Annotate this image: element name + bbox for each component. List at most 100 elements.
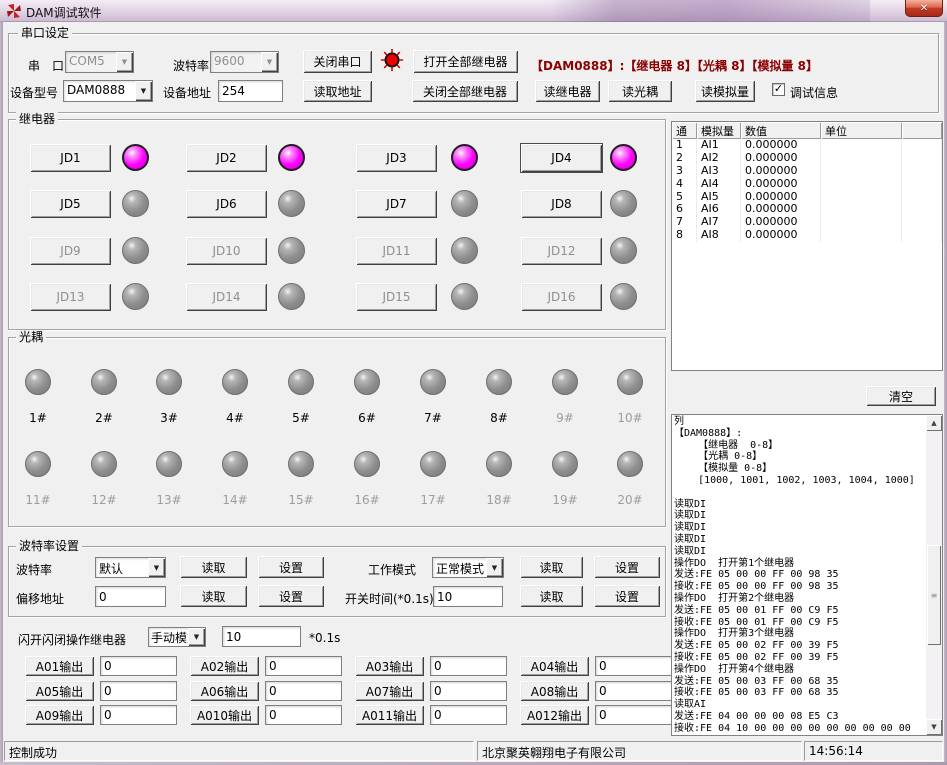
device-address-field[interactable] [218, 80, 283, 102]
opto-label-12: 12# [84, 493, 124, 507]
debug-log-area[interactable]: 列 【DAM0888】: 【继电器 0-8】 【光耦 0-8】 【模拟量 0-8… [671, 414, 943, 736]
serial-port-select[interactable]: COM5 [65, 51, 134, 73]
relay-button-jd6[interactable]: JD6 [186, 190, 267, 218]
output-button-a012[interactable]: A012输出 [520, 705, 589, 725]
table-row[interactable]: 4AI40.000000 [672, 178, 942, 191]
workmode-read-button[interactable]: 读取 [520, 556, 583, 578]
table-row[interactable]: 8AI80.000000 [672, 229, 942, 242]
output-field-a010[interactable] [265, 705, 342, 725]
output-field-a011[interactable] [430, 705, 507, 725]
output-field-a05[interactable] [100, 681, 177, 701]
close-serial-port-button[interactable]: 关闭串口 [303, 50, 372, 73]
baud-select[interactable]: 默认 [95, 557, 166, 578]
flash-time-field[interactable] [222, 626, 301, 647]
relay-button-jd16[interactable]: JD16 [521, 283, 602, 311]
baud-read-button[interactable]: 读取 [180, 556, 247, 578]
output-field-a07[interactable] [430, 681, 507, 701]
device-model-select[interactable]: DAM0888 [63, 80, 153, 102]
relay-button-jd14[interactable]: JD14 [186, 283, 267, 311]
relay-button-jd2[interactable]: JD2 [186, 144, 267, 172]
output-button-a03[interactable]: A03输出 [355, 656, 424, 676]
output-button-a09[interactable]: A09输出 [25, 705, 94, 725]
output-button-a07[interactable]: A07输出 [355, 681, 424, 701]
opto-led-16 [354, 451, 380, 477]
table-row[interactable]: 7AI70.000000 [672, 216, 942, 229]
output-button-a05[interactable]: A05输出 [25, 681, 94, 701]
output-button-a01[interactable]: A01输出 [25, 656, 94, 676]
output-field-a012[interactable] [595, 705, 672, 725]
offset-address-field[interactable] [95, 586, 166, 607]
read-opto-button[interactable]: 读光耦 [608, 80, 672, 102]
debug-info-checkbox[interactable] [772, 83, 785, 96]
app-window: DAM调试软件 ✕ 串口设定 串 口 COM5 波特率 9600 关闭串口 打开… [0, 0, 947, 765]
col-header-channel[interactable]: 通 [672, 122, 697, 139]
output-button-a08[interactable]: A08输出 [520, 681, 589, 701]
opto-led-15 [288, 451, 314, 477]
workmode-set-button[interactable]: 设置 [594, 556, 660, 578]
log-scrollbar[interactable] [926, 415, 942, 735]
switch-time-read-button[interactable]: 读取 [520, 585, 583, 607]
offset-set-button[interactable]: 设置 [258, 585, 324, 607]
read-address-button[interactable]: 读取地址 [303, 80, 372, 102]
col-header-analog[interactable]: 模拟量 [697, 122, 741, 139]
output-field-a03[interactable] [430, 656, 507, 676]
scroll-down-icon[interactable] [926, 719, 942, 735]
output-field-a09[interactable] [100, 705, 177, 725]
relay-button-jd11[interactable]: JD11 [356, 237, 437, 265]
clear-log-button[interactable]: 清空 [866, 386, 936, 406]
table-row[interactable]: 2AI20.000000 [672, 152, 942, 165]
flash-mode-select[interactable]: 手动模式 [148, 627, 206, 647]
output-button-a010[interactable]: A010输出 [190, 705, 259, 725]
col-header-value[interactable]: 数值 [741, 122, 821, 139]
relay-button-jd3[interactable]: JD3 [356, 144, 437, 172]
relay-button-jd5[interactable]: JD5 [30, 190, 111, 218]
relay-button-jd12[interactable]: JD12 [521, 237, 602, 265]
col-header-unit[interactable]: 单位 [821, 122, 902, 139]
table-row[interactable]: 6AI60.000000 [672, 203, 942, 216]
relay-button-jd9[interactable]: JD9 [30, 237, 111, 265]
close-all-relays-button[interactable]: 关闭全部继电器 [412, 80, 518, 102]
baud-label: 波特率 [16, 561, 52, 578]
relay-led-jd16 [610, 283, 637, 310]
dropdown-arrow-icon [486, 558, 503, 577]
switch-time-field[interactable] [433, 586, 503, 607]
opto-group-title: 光耦 [16, 330, 46, 344]
read-analog-button[interactable]: 读模拟量 [695, 80, 755, 102]
close-button[interactable]: ✕ [905, 0, 943, 17]
relay-button-jd13[interactable]: JD13 [30, 283, 111, 311]
read-relays-button[interactable]: 读继电器 [535, 80, 600, 102]
relay-button-jd1[interactable]: JD1 [30, 144, 111, 172]
relay-button-jd7[interactable]: JD7 [356, 190, 437, 218]
analog-table: 通 模拟量 数值 单位 1AI10.000000 2AI20.000000 3A… [671, 121, 943, 371]
output-field-a04[interactable] [595, 656, 672, 676]
opto-led-4 [222, 369, 248, 395]
workmode-select[interactable]: 正常模式 [432, 557, 504, 578]
output-button-a02[interactable]: A02输出 [190, 656, 259, 676]
relay-button-jd10[interactable]: JD10 [186, 237, 267, 265]
relay-button-jd15[interactable]: JD15 [356, 283, 437, 311]
flash-operate-label: 闪开闪闭操作继电器 [18, 631, 126, 648]
output-button-a011[interactable]: A011输出 [355, 705, 424, 725]
baud-set-button[interactable]: 设置 [258, 556, 324, 578]
open-all-relays-button[interactable]: 打开全部继电器 [413, 50, 518, 73]
opto-label-17: 17# [413, 493, 453, 507]
relay-button-jd8[interactable]: JD8 [521, 190, 602, 218]
output-field-a06[interactable] [265, 681, 342, 701]
col-header-extra[interactable] [902, 122, 942, 139]
table-row[interactable]: 1AI10.000000 [672, 139, 942, 152]
output-field-a08[interactable] [595, 681, 672, 701]
output-field-a01[interactable] [100, 656, 177, 676]
scrollbar-thumb[interactable] [927, 545, 941, 645]
output-field-a02[interactable] [265, 656, 342, 676]
baudrate-select[interactable]: 9600 [210, 51, 279, 73]
output-button-a04[interactable]: A04输出 [520, 656, 589, 676]
output-button-a06[interactable]: A06输出 [190, 681, 259, 701]
switch-time-set-button[interactable]: 设置 [594, 585, 660, 607]
scroll-up-icon[interactable] [926, 415, 942, 431]
opto-label-15: 15# [281, 493, 321, 507]
baudrate-label: 波特率 [173, 57, 209, 74]
offset-read-button[interactable]: 读取 [180, 585, 247, 607]
table-row[interactable]: 3AI30.000000 [672, 165, 942, 178]
table-row[interactable]: 5AI50.000000 [672, 191, 942, 204]
relay-button-jd4[interactable]: JD4 [521, 144, 602, 172]
